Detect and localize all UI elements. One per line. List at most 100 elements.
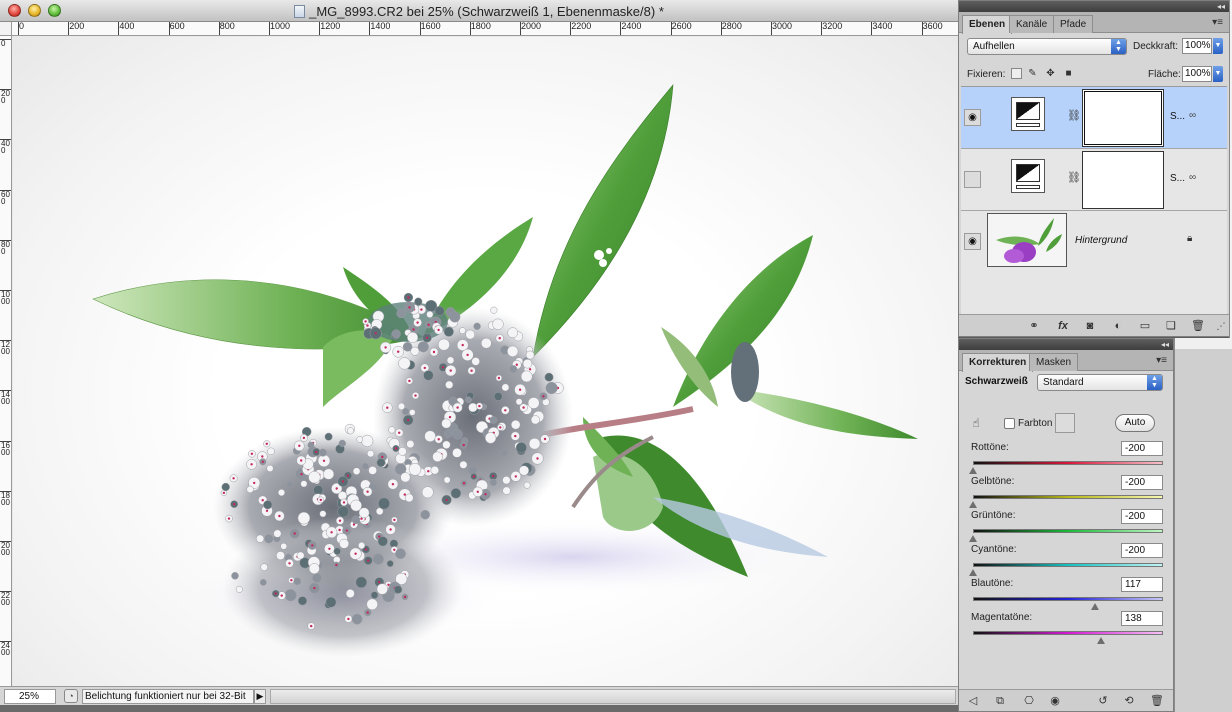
new-layer-icon[interactable]: ❏ (1163, 319, 1179, 333)
ruler-origin[interactable] (0, 22, 12, 36)
blend-mode-select[interactable]: Aufhellen ▲ ▼ (967, 38, 1127, 55)
photo-artwork (92, 84, 918, 657)
document-window: _MG_8993.CR2 bei 25% (Schwarzweiß 1, Ebe… (0, 0, 958, 712)
slider-value-input[interactable]: -200 (1121, 441, 1163, 456)
tint-color-swatch[interactable] (1055, 413, 1075, 433)
ruler-tick-label: 1800 (0, 490, 11, 507)
status-info-icon[interactable]: ◔ (64, 689, 78, 703)
horizontal-ruler[interactable]: 0 200 400 600 800 1000 1200 1400 1600 1800 2000 220… (12, 22, 958, 36)
tab-ebenen[interactable]: Ebenen (962, 15, 1013, 34)
fill-dropdown-icon[interactable]: ▼ (1213, 66, 1223, 82)
layer-mask-thumbnail[interactable] (1082, 89, 1164, 147)
tint-checkbox[interactable] (1004, 418, 1015, 429)
mask-link-icon[interactable]: ⛓ (1067, 171, 1081, 184)
lock-pixels-icon[interactable]: ✎ (1027, 68, 1038, 79)
slider-thumb[interactable] (969, 535, 977, 542)
status-menu-arrow[interactable]: ▶ (254, 689, 266, 704)
adjustment-layer-icon[interactable] (1011, 159, 1045, 193)
layer-row[interactable]: ◉ ⛓ S... ∞ (961, 149, 1227, 211)
fill-input[interactable]: 100% (1182, 66, 1212, 82)
panel-dock-bar[interactable]: ◂◂ (959, 1, 1229, 12)
layer-row[interactable]: ◉ ⛓ S... ∞ (961, 87, 1227, 149)
adjustment-layer-icon[interactable] (1011, 97, 1045, 131)
slider-thumb[interactable] (969, 569, 977, 576)
panel-menu-icon[interactable]: ▾≡ (1156, 355, 1167, 366)
tab-pfade[interactable]: Pfade (1053, 15, 1094, 33)
resize-grip-icon[interactable]: ⋰ (1213, 319, 1229, 333)
slider-label: Blautöne: (971, 578, 1014, 589)
opacity-input[interactable]: 100% (1182, 38, 1212, 54)
expand-view-icon[interactable]: ⧉ (992, 694, 1008, 708)
background-thumbnail[interactable] (987, 213, 1067, 267)
ruler-tick-label: 2400 (620, 22, 642, 35)
fx-icon[interactable]: fx (1055, 319, 1071, 333)
ruler-tick-label: 3000 (771, 22, 793, 35)
horizontal-scrollbar[interactable] (270, 689, 956, 704)
mask-link-icon[interactable]: ⛓ (1067, 109, 1081, 122)
slider-thumb[interactable] (1097, 637, 1106, 644)
slider-value-input[interactable]: 117 (1121, 577, 1163, 592)
eye-icon[interactable]: ◉ (964, 233, 981, 250)
tab-korrekturen[interactable]: Korrekturen (962, 353, 1034, 372)
preset-select[interactable]: Standard ▲ ▼ (1037, 374, 1163, 391)
link-icon[interactable]: ⚭ (1026, 319, 1042, 333)
collapse-panel-icon[interactable]: ◂◂ (1161, 339, 1169, 350)
layer-mask-thumbnail[interactable] (1082, 151, 1164, 209)
layer-name[interactable]: S... (1170, 173, 1185, 184)
background-layer-name[interactable]: Hintergrund (1075, 235, 1127, 246)
collapse-panel-icon[interactable]: ◂◂ (1217, 1, 1225, 12)
corrections-panel-tabs: Korrekturen Masken ▾≡ (959, 350, 1173, 372)
document-titlebar[interactable]: _MG_8993.CR2 bei 25% (Schwarzweiß 1, Ebe… (0, 0, 958, 22)
ruler-tick-label: 1400 (0, 390, 11, 407)
image-canvas[interactable] (13, 37, 958, 686)
photoshop-workspace: _MG_8993.CR2 bei 25% (Schwarzweiß 1, Ebe… (0, 0, 1232, 712)
tab-masken[interactable]: Masken (1029, 353, 1079, 371)
zoom-input[interactable]: 25% (4, 689, 56, 704)
slider-label: Grüntöne: (971, 510, 1016, 521)
clip-icon[interactable]: ⎔ (1021, 694, 1037, 708)
slider-value-input[interactable]: 138 (1121, 611, 1163, 626)
slider-track[interactable] (973, 631, 1163, 635)
slider-value-input[interactable]: -200 (1121, 475, 1163, 490)
slider-label: Rottöne: (971, 442, 1009, 453)
trash-icon[interactable]: 🗑︎ (1149, 694, 1165, 708)
panel-dock-bar[interactable]: ◂◂ (959, 339, 1173, 350)
panel-menu-icon[interactable]: ▾≡ (1212, 17, 1223, 28)
previous-state-icon[interactable]: ↺ (1095, 694, 1111, 708)
slider-track[interactable] (973, 529, 1163, 533)
layer-name[interactable]: S... (1170, 111, 1185, 122)
layer-row[interactable]: ◉ Hintergrund 🔒︎ (961, 211, 1227, 273)
slider-thumb[interactable] (1090, 603, 1099, 610)
lock-all-icon[interactable]: ■ (1063, 68, 1074, 79)
layer-list: ◉ ⛓ S... ∞ ◉ ⛓ S... ∞ ◉ (961, 86, 1227, 314)
reset-icon[interactable]: ⟲ (1121, 694, 1137, 708)
auto-button[interactable]: Auto (1115, 414, 1155, 432)
eye-hidden-icon[interactable]: ◉ (964, 171, 981, 188)
slider-thumb[interactable] (969, 501, 977, 508)
tab-kanaele[interactable]: Kanäle (1009, 15, 1055, 33)
back-icon[interactable]: ◁ (965, 694, 981, 708)
slider-track[interactable] (973, 563, 1163, 567)
trash-icon[interactable]: 🗑︎ (1190, 319, 1206, 333)
ruler-tick-label: 1600 (419, 22, 441, 35)
targeted-adjustment-hand-icon[interactable]: ☝ (967, 414, 985, 432)
adjustment-icon[interactable]: ◐ (1110, 319, 1126, 333)
visibility-icon[interactable]: ◉ (1047, 694, 1063, 708)
opacity-dropdown-icon[interactable]: ▼ (1213, 38, 1223, 54)
slider-thumb[interactable] (969, 467, 977, 474)
eye-icon[interactable]: ◉ (964, 109, 981, 126)
slider-value-input[interactable]: -200 (1121, 509, 1163, 524)
ruler-tick-label: 800 (218, 22, 235, 35)
slider-track[interactable] (973, 461, 1163, 465)
layer-link-icon: ∞ (1189, 110, 1197, 121)
ruler-tick-label: 3200 (821, 22, 843, 35)
lock-transparency-icon[interactable] (1011, 68, 1022, 79)
slider-track[interactable] (973, 495, 1163, 499)
group-icon[interactable]: ▭ (1137, 319, 1153, 333)
layer-link-icon: ∞ (1189, 172, 1197, 183)
lock-position-icon[interactable]: ✥ (1045, 68, 1056, 79)
mask-icon[interactable]: ◙ (1082, 319, 1098, 333)
slider-value-input[interactable]: -200 (1121, 543, 1163, 558)
slider-track[interactable] (973, 597, 1163, 601)
vertical-ruler[interactable]: 0 200 400 600 800 1000 1200 1400 1600 1800 2000 220… (0, 36, 12, 686)
